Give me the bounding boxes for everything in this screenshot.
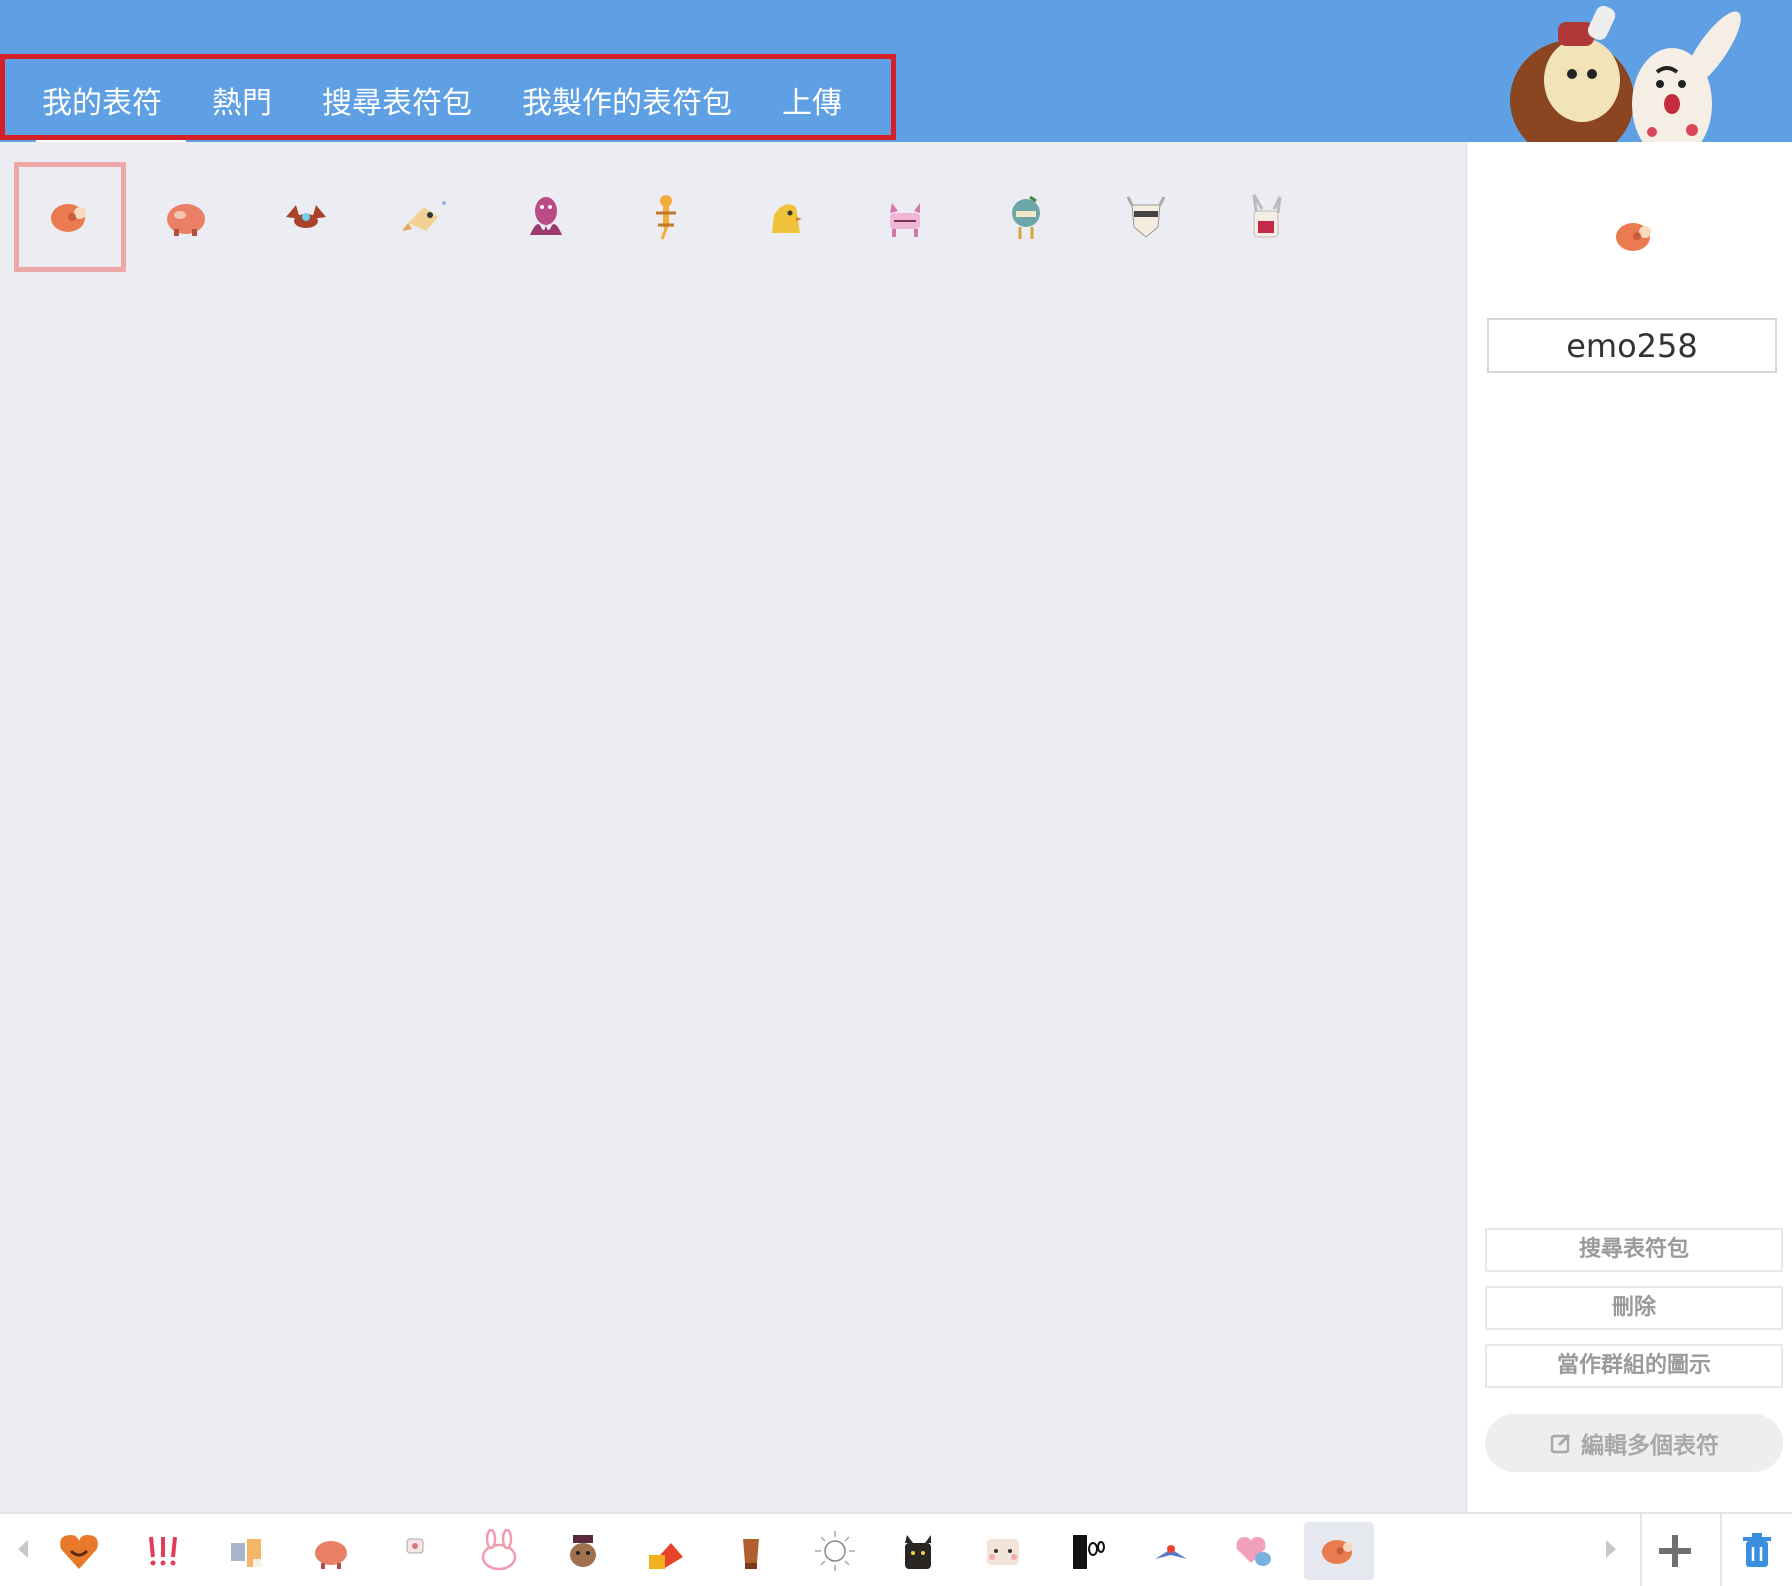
pack-tab[interactable] — [1052, 1522, 1122, 1580]
trash-icon — [1743, 1533, 1771, 1567]
speech-icon — [406, 1538, 424, 1554]
horse-icon — [231, 1539, 261, 1567]
pack-tab[interactable] — [1220, 1522, 1290, 1580]
emoji-item[interactable] — [966, 162, 1086, 272]
trash-button[interactable] — [1722, 1526, 1792, 1576]
octopus-icon — [530, 197, 562, 235]
bunny-icon — [481, 1529, 517, 1571]
edit-multiple-label: 編輯多個表符 — [1581, 1433, 1719, 1459]
deer-icon — [570, 1535, 596, 1567]
emoji-item[interactable] — [366, 162, 486, 272]
plus-icon — [1659, 1535, 1691, 1567]
pack-tab[interactable] — [212, 1522, 282, 1580]
lizard-icon — [656, 195, 676, 240]
pack-tab[interactable] — [548, 1522, 618, 1580]
chevron-right-icon[interactable] — [1600, 1534, 1620, 1564]
pack-tab[interactable] — [632, 1522, 702, 1580]
emoji-item[interactable] — [486, 162, 606, 272]
bear-icon — [987, 1539, 1019, 1565]
pack-tab[interactable] — [464, 1522, 534, 1580]
emoji-item[interactable] — [1206, 162, 1326, 272]
delete-button[interactable]: 刪除 — [1485, 1286, 1783, 1330]
search-pack-button[interactable]: 搜尋表符包 — [1485, 1228, 1783, 1272]
heart-face-icon — [60, 1535, 98, 1569]
crab-icon — [286, 205, 326, 228]
chick-icon — [772, 204, 802, 233]
pack-tab[interactable] — [968, 1522, 1038, 1580]
top-bar: 我的表符 熱門 搜尋表符包 我製作的表符包 上傳 — [0, 0, 1792, 144]
tab-popular[interactable]: 熱門 — [212, 74, 272, 144]
chevron-left-icon[interactable] — [14, 1534, 34, 1564]
emoji-item[interactable] — [14, 162, 126, 272]
bird-icon — [1012, 195, 1040, 239]
tab-search-packs[interactable]: 搜尋表符包 — [322, 74, 472, 144]
mascot-illustration — [1510, 5, 1741, 142]
emoji-item[interactable] — [606, 162, 726, 272]
pack-tab[interactable] — [296, 1522, 366, 1580]
pack-tab[interactable] — [716, 1522, 786, 1580]
add-button[interactable] — [1640, 1526, 1710, 1576]
hand-icon — [743, 1539, 759, 1569]
pack-tab[interactable] — [884, 1522, 954, 1580]
pack-bar — [0, 1512, 1792, 1586]
tab-my-emoji[interactable]: 我的表符 — [36, 74, 186, 144]
emoji-area — [0, 142, 1467, 1512]
edit-multiple-button[interactable]: 編輯多個表符 — [1485, 1414, 1783, 1472]
pack-tab[interactable] — [1136, 1522, 1206, 1580]
emoji-grid — [14, 162, 1326, 272]
meat-icon — [51, 204, 86, 232]
set-group-icon-button[interactable]: 當作群組的圖示 — [1485, 1344, 1783, 1388]
pack-tab[interactable] — [128, 1522, 198, 1580]
emoji-item[interactable] — [846, 162, 966, 272]
pig-icon — [167, 204, 205, 236]
tab-bar: 我的表符 熱門 搜尋表符包 我製作的表符包 上傳 — [36, 74, 842, 144]
ghost-icon — [1126, 196, 1166, 238]
flag-icon — [649, 1543, 683, 1569]
emoji-item[interactable] — [126, 162, 246, 272]
pack-tab-active[interactable] — [1304, 1522, 1374, 1580]
cat-icon — [890, 203, 920, 237]
pack-tab[interactable] — [380, 1522, 450, 1580]
fish-icon — [402, 201, 446, 231]
meat-icon — [1322, 1540, 1353, 1564]
pack-tab[interactable] — [800, 1522, 870, 1580]
emoji-item[interactable] — [1086, 162, 1206, 272]
pack-tab[interactable] — [44, 1522, 114, 1580]
meat-icon — [1616, 223, 1651, 251]
face-icon — [1073, 1535, 1105, 1569]
exclaim-icon — [149, 1536, 177, 1566]
emoji-detail-panel: 搜尋表符包 刪除 當作群組的圖示 編輯多個表符 — [1467, 142, 1792, 1512]
emoji-item[interactable] — [246, 162, 366, 272]
pack-list — [44, 1522, 1374, 1580]
emoji-item[interactable] — [726, 162, 846, 272]
tab-my-packs[interactable]: 我製作的表符包 — [522, 74, 732, 144]
bird-fly-icon — [1155, 1545, 1187, 1559]
black-cat-icon — [905, 1535, 931, 1569]
edit-icon — [1550, 1433, 1571, 1454]
burst-icon — [815, 1531, 855, 1571]
tab-upload[interactable]: 上傳 — [782, 74, 842, 144]
rabbit-icon — [1252, 194, 1282, 238]
pig-icon — [315, 1541, 347, 1569]
heart-bird-icon — [1236, 1537, 1271, 1566]
emoji-name-field[interactable] — [1487, 318, 1777, 373]
